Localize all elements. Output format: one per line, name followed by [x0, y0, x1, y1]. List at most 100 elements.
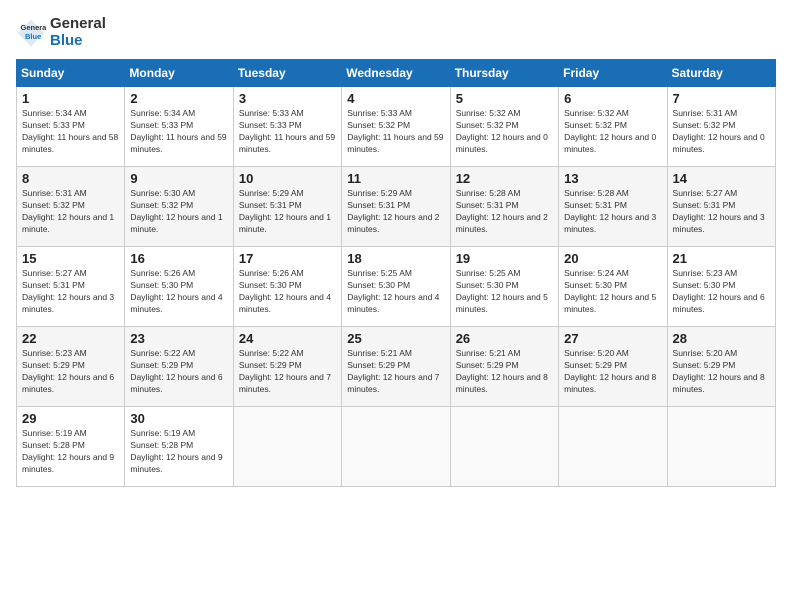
day-number: 5 — [456, 91, 553, 106]
day-number: 16 — [130, 251, 227, 266]
day-info: Sunrise: 5:29 AMSunset: 5:31 PMDaylight:… — [347, 188, 444, 236]
day-info: Sunrise: 5:26 AMSunset: 5:30 PMDaylight:… — [239, 268, 336, 316]
day-info: Sunrise: 5:21 AMSunset: 5:29 PMDaylight:… — [456, 348, 553, 396]
day-info: Sunrise: 5:27 AMSunset: 5:31 PMDaylight:… — [673, 188, 770, 236]
day-cell-27: 27 Sunrise: 5:20 AMSunset: 5:29 PMDayligh… — [559, 327, 667, 407]
empty-cell — [559, 407, 667, 487]
day-number: 29 — [22, 411, 119, 426]
day-cell-12: 12 Sunrise: 5:28 AMSunset: 5:31 PMDayligh… — [450, 167, 558, 247]
week-row-1: 1 Sunrise: 5:34 AMSunset: 5:33 PMDaylight… — [17, 87, 776, 167]
day-number: 1 — [22, 91, 119, 106]
day-number: 27 — [564, 331, 661, 346]
day-number: 20 — [564, 251, 661, 266]
day-info: Sunrise: 5:22 AMSunset: 5:29 PMDaylight:… — [239, 348, 336, 396]
day-cell-20: 20 Sunrise: 5:24 AMSunset: 5:30 PMDayligh… — [559, 247, 667, 327]
day-info: Sunrise: 5:27 AMSunset: 5:31 PMDaylight:… — [22, 268, 119, 316]
day-number: 14 — [673, 171, 770, 186]
day-number: 12 — [456, 171, 553, 186]
day-cell-26: 26 Sunrise: 5:21 AMSunset: 5:29 PMDayligh… — [450, 327, 558, 407]
day-cell-25: 25Sunrise: 5:21 AMSunset: 5:29 PMDayligh… — [342, 327, 450, 407]
day-cell-30: 30 Sunrise: 5:19 AMSunset: 5:28 PMDayligh… — [125, 407, 233, 487]
day-cell-5: 5 Sunrise: 5:32 AMSunset: 5:32 PMDaylight… — [450, 87, 558, 167]
day-number: 11 — [347, 171, 444, 186]
header-thursday: Thursday — [450, 60, 558, 87]
day-number: 9 — [130, 171, 227, 186]
day-cell-24: 24 Sunrise: 5:22 AMSunset: 5:29 PMDayligh… — [233, 327, 341, 407]
day-info: Sunrise: 5:23 AMSunset: 5:30 PMDaylight:… — [673, 268, 770, 316]
empty-cell — [450, 407, 558, 487]
day-number: 18 — [347, 251, 444, 266]
day-cell-15: 15 Sunrise: 5:27 AMSunset: 5:31 PMDayligh… — [17, 247, 125, 327]
day-number: 22 — [22, 331, 119, 346]
logo-blue: Blue — [50, 33, 106, 50]
day-cell-1: 1 Sunrise: 5:34 AMSunset: 5:33 PMDaylight… — [17, 87, 125, 167]
day-cell-6: 6Sunrise: 5:32 AMSunset: 5:32 PMDaylight… — [559, 87, 667, 167]
day-info: Sunrise: 5:25 AMSunset: 5:30 PMDaylight:… — [347, 268, 444, 316]
day-info: Sunrise: 5:19 AMSunset: 5:28 PMDaylight:… — [22, 428, 119, 476]
day-info: Sunrise: 5:31 AMSunset: 5:32 PMDaylight:… — [673, 108, 770, 156]
day-info: Sunrise: 5:28 AMSunset: 5:31 PMDaylight:… — [564, 188, 661, 236]
day-cell-8: 8Sunrise: 5:31 AMSunset: 5:32 PMDaylight… — [17, 167, 125, 247]
day-number: 13 — [564, 171, 661, 186]
day-info: Sunrise: 5:20 AMSunset: 5:29 PMDaylight:… — [673, 348, 770, 396]
header-sunday: Sunday — [17, 60, 125, 87]
day-cell-11: 11 Sunrise: 5:29 AMSunset: 5:31 PMDayligh… — [342, 167, 450, 247]
logo: General Blue General Blue — [16, 16, 106, 49]
day-info: Sunrise: 5:32 AMSunset: 5:32 PMDaylight:… — [456, 108, 553, 156]
days-header-row: SundayMondayTuesdayWednesdayThursdayFrid… — [17, 60, 776, 87]
svg-text:Blue: Blue — [25, 32, 41, 41]
svg-text:General: General — [21, 23, 47, 32]
day-info: Sunrise: 5:29 AMSunset: 5:31 PMDaylight:… — [239, 188, 336, 236]
day-number: 3 — [239, 91, 336, 106]
day-info: Sunrise: 5:21 AMSunset: 5:29 PMDaylight:… — [347, 348, 444, 396]
day-cell-18: 18 Sunrise: 5:25 AMSunset: 5:30 PMDayligh… — [342, 247, 450, 327]
day-cell-2: 2 Sunrise: 5:34 AMSunset: 5:33 PMDaylight… — [125, 87, 233, 167]
day-number: 24 — [239, 331, 336, 346]
day-cell-19: 19Sunrise: 5:25 AMSunset: 5:30 PMDayligh… — [450, 247, 558, 327]
logo-general: General — [50, 16, 106, 33]
day-info: Sunrise: 5:23 AMSunset: 5:29 PMDaylight:… — [22, 348, 119, 396]
day-info: Sunrise: 5:33 AMSunset: 5:32 PMDaylight:… — [347, 108, 444, 156]
day-info: Sunrise: 5:31 AMSunset: 5:32 PMDaylight:… — [22, 188, 119, 236]
day-info: Sunrise: 5:19 AMSunset: 5:28 PMDaylight:… — [130, 428, 227, 476]
day-number: 10 — [239, 171, 336, 186]
day-info: Sunrise: 5:25 AMSunset: 5:30 PMDaylight:… — [456, 268, 553, 316]
week-row-2: 8Sunrise: 5:31 AMSunset: 5:32 PMDaylight… — [17, 167, 776, 247]
day-cell-21: 21Sunrise: 5:23 AMSunset: 5:30 PMDayligh… — [667, 247, 775, 327]
day-cell-14: 14 Sunrise: 5:27 AMSunset: 5:31 PMDayligh… — [667, 167, 775, 247]
day-cell-3: 3Sunrise: 5:33 AMSunset: 5:33 PMDaylight… — [233, 87, 341, 167]
empty-cell — [233, 407, 341, 487]
day-cell-16: 16Sunrise: 5:26 AMSunset: 5:30 PMDayligh… — [125, 247, 233, 327]
header-friday: Friday — [559, 60, 667, 87]
day-number: 2 — [130, 91, 227, 106]
day-number: 26 — [456, 331, 553, 346]
day-number: 23 — [130, 331, 227, 346]
day-info: Sunrise: 5:34 AMSunset: 5:33 PMDaylight:… — [22, 108, 119, 156]
day-info: Sunrise: 5:28 AMSunset: 5:31 PMDaylight:… — [456, 188, 553, 236]
header: General Blue General Blue — [16, 16, 776, 49]
header-wednesday: Wednesday — [342, 60, 450, 87]
day-number: 28 — [673, 331, 770, 346]
logo-icon: General Blue — [16, 18, 46, 48]
day-info: Sunrise: 5:20 AMSunset: 5:29 PMDaylight:… — [564, 348, 661, 396]
day-number: 15 — [22, 251, 119, 266]
empty-cell — [667, 407, 775, 487]
day-cell-9: 9 Sunrise: 5:30 AMSunset: 5:32 PMDaylight… — [125, 167, 233, 247]
day-number: 6 — [564, 91, 661, 106]
day-number: 17 — [239, 251, 336, 266]
week-row-3: 15 Sunrise: 5:27 AMSunset: 5:31 PMDayligh… — [17, 247, 776, 327]
header-monday: Monday — [125, 60, 233, 87]
day-info: Sunrise: 5:34 AMSunset: 5:33 PMDaylight:… — [130, 108, 227, 156]
day-number: 4 — [347, 91, 444, 106]
day-info: Sunrise: 5:22 AMSunset: 5:29 PMDaylight:… — [130, 348, 227, 396]
day-cell-22: 22 Sunrise: 5:23 AMSunset: 5:29 PMDayligh… — [17, 327, 125, 407]
day-info: Sunrise: 5:30 AMSunset: 5:32 PMDaylight:… — [130, 188, 227, 236]
day-cell-10: 10 Sunrise: 5:29 AMSunset: 5:31 PMDayligh… — [233, 167, 341, 247]
day-cell-7: 7 Sunrise: 5:31 AMSunset: 5:32 PMDaylight… — [667, 87, 775, 167]
week-row-4: 22 Sunrise: 5:23 AMSunset: 5:29 PMDayligh… — [17, 327, 776, 407]
day-number: 7 — [673, 91, 770, 106]
day-number: 30 — [130, 411, 227, 426]
header-saturday: Saturday — [667, 60, 775, 87]
calendar-table: SundayMondayTuesdayWednesdayThursdayFrid… — [16, 59, 776, 487]
day-info: Sunrise: 5:24 AMSunset: 5:30 PMDaylight:… — [564, 268, 661, 316]
